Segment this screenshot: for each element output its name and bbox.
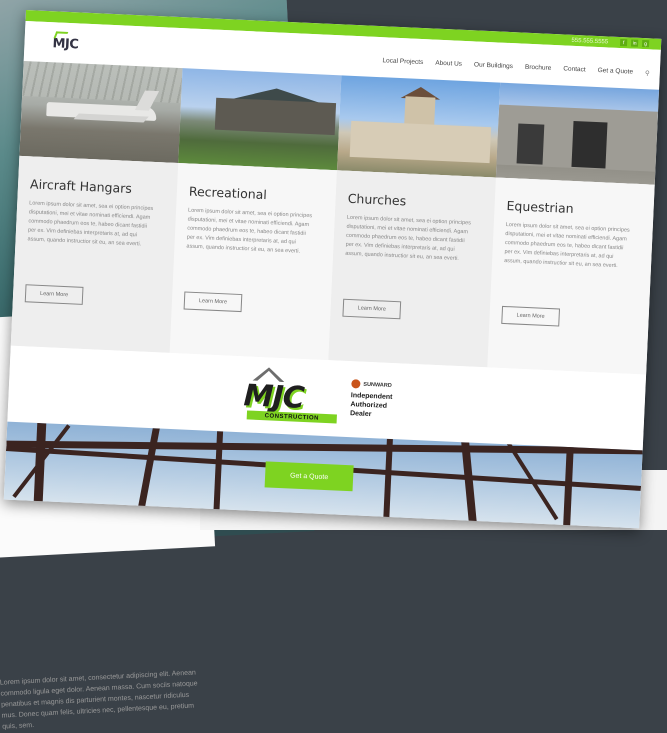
card-text: Lorem ipsum dolor sit amet, sea ei optio…: [345, 214, 472, 262]
main-nav: Local Projects About Us Our Buildings Br…: [382, 57, 650, 77]
nav-local-projects[interactable]: Local Projects: [382, 57, 423, 67]
sunward-logo: SUNWARD: [351, 379, 431, 392]
churches-photo[interactable]: [337, 75, 501, 178]
card-title: Aircraft Hangars: [29, 176, 133, 196]
nav-about-us[interactable]: About Us: [435, 60, 462, 69]
card-aircraft-hangars: Aircraft Hangars Lorem ipsum dolor sit a…: [10, 155, 179, 353]
category-cards: Aircraft Hangars Lorem ipsum dolor sit a…: [10, 155, 655, 375]
learn-more-button[interactable]: Learn More: [501, 305, 561, 327]
card-title: Recreational: [188, 183, 268, 203]
card-text: Lorem ipsum dolor sit amet, sea ei optio…: [27, 200, 154, 248]
sunward-icon: [351, 379, 361, 389]
big-logo-sub: CONSTRUCTION: [246, 410, 337, 424]
learn-more-button[interactable]: Learn More: [24, 284, 84, 305]
card-title: Equestrian: [506, 198, 574, 217]
aircraft-hangar-photo[interactable]: [19, 60, 183, 164]
google-icon[interactable]: g: [641, 39, 650, 48]
card-title: Churches: [347, 190, 407, 209]
dealer-badge: SUNWARD Independent Authorized Dealer: [350, 379, 432, 422]
nav-contact[interactable]: Contact: [563, 65, 586, 74]
equestrian-photo[interactable]: [495, 82, 660, 185]
card-recreational: Recreational Lorem ipsum dolor sit amet,…: [169, 163, 338, 361]
site-logo[interactable]: MJC: [52, 31, 79, 52]
learn-more-button[interactable]: Learn More: [183, 291, 243, 313]
recreational-photo[interactable]: [178, 68, 342, 171]
get-a-quote-button[interactable]: Get a Quote: [264, 461, 354, 492]
nav-brochure[interactable]: Brochure: [525, 64, 552, 73]
facebook-icon[interactable]: f: [619, 38, 628, 47]
website-screenshot: 555.555.5555 f in g MJC Local Projects A…: [3, 10, 662, 529]
card-text: Lorem ipsum dolor sit amet, sea ei optio…: [186, 207, 313, 255]
sunward-text: SUNWARD: [363, 381, 392, 389]
search-icon[interactable]: ⚲: [645, 69, 650, 77]
phone-number[interactable]: 555.555.5555: [571, 37, 608, 45]
background-text: Lorem ipsum dolor sit amet, consectetur …: [0, 669, 198, 731]
card-text: Lorem ipsum dolor sit amet, sea ei optio…: [503, 221, 630, 270]
card-equestrian: Equestrian Lorem ipsum dolor sit amet, s…: [487, 177, 655, 375]
dealer-text: Independent Authorized Dealer: [350, 391, 431, 422]
mjc-construction-logo: MJC CONSTRUCTION: [243, 366, 341, 426]
card-churches: Churches Lorem ipsum dolor sit amet, sea…: [328, 170, 496, 368]
linkedin-icon[interactable]: in: [630, 39, 639, 47]
nav-get-a-quote[interactable]: Get a Quote: [597, 67, 633, 77]
nav-our-buildings[interactable]: Our Buildings: [474, 61, 513, 71]
learn-more-button[interactable]: Learn More: [342, 298, 402, 320]
